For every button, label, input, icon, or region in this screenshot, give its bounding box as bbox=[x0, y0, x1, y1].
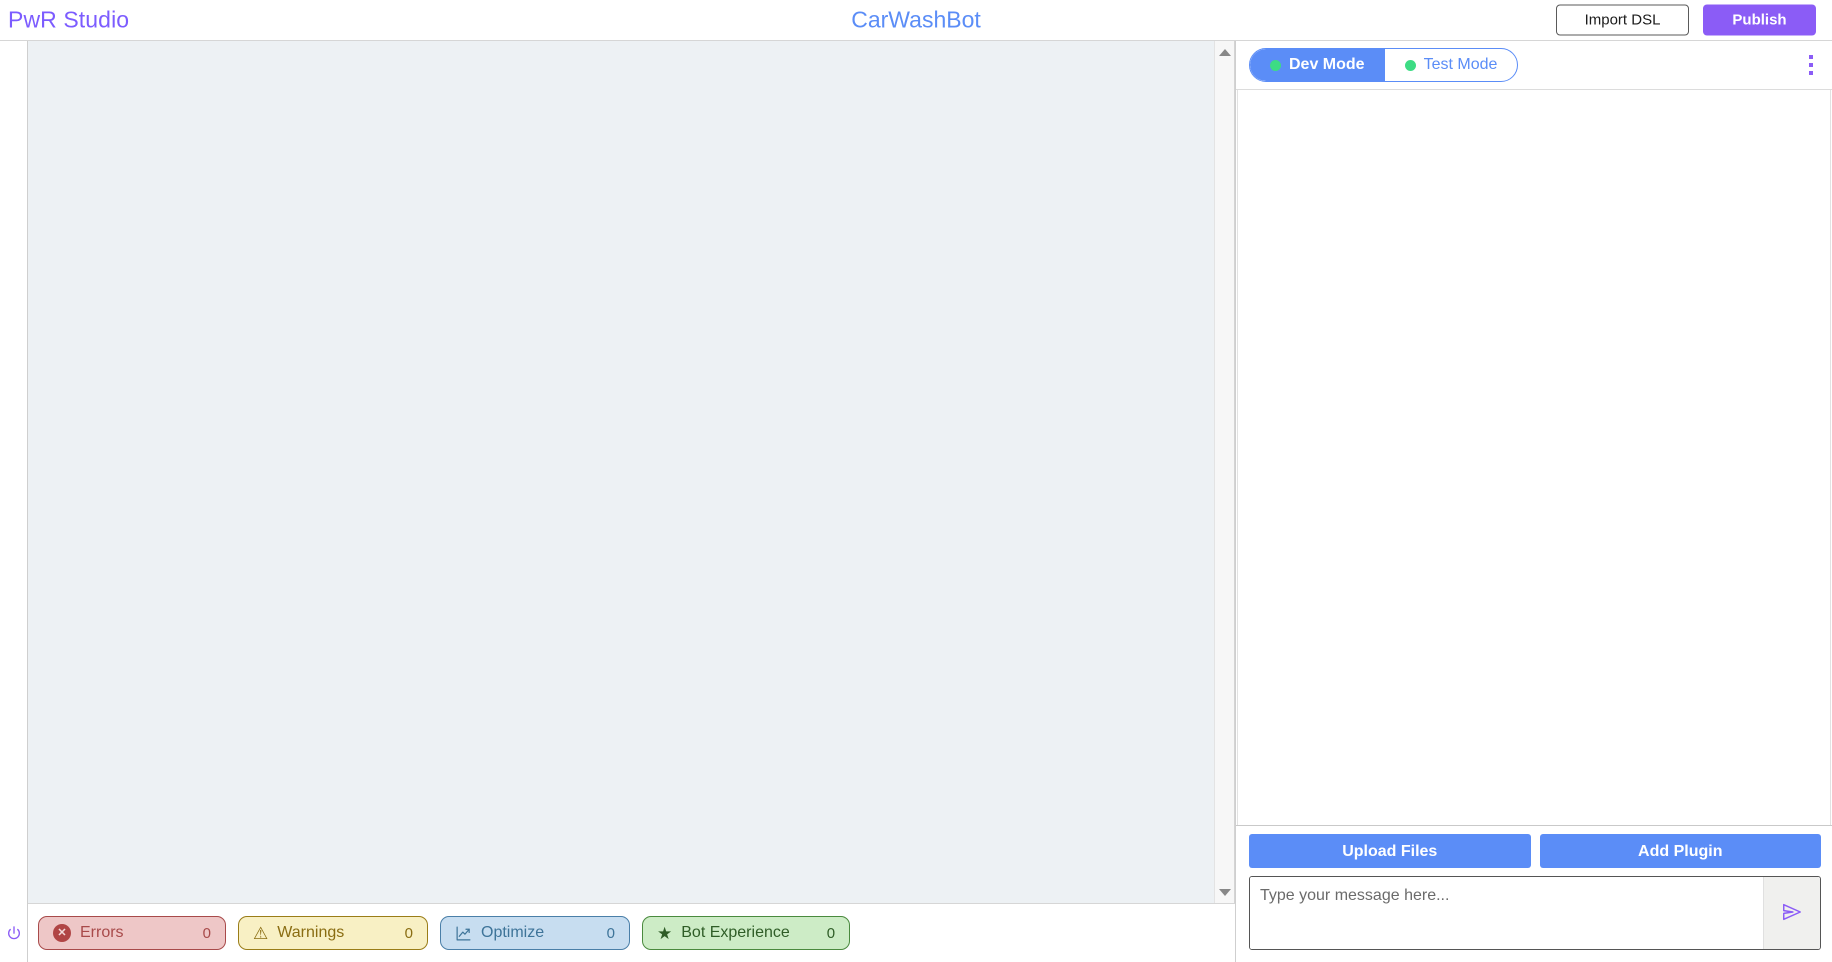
mode-toggle[interactable]: Dev Mode Test Mode bbox=[1249, 48, 1519, 82]
message-input-row bbox=[1249, 876, 1821, 950]
app-root: PwR Studio CarWashBot Import DSL Publish bbox=[0, 0, 1832, 962]
scroll-down-arrow[interactable] bbox=[1214, 881, 1235, 903]
composer-actions: Upload Files Add Plugin bbox=[1249, 834, 1821, 868]
chevron-up-icon bbox=[1218, 48, 1231, 56]
chat-panel: Dev Mode Test Mode Upload Files Add Plug… bbox=[1235, 41, 1832, 962]
kebab-dot bbox=[1809, 55, 1813, 59]
center-column: ✕ Errors 0 ⚠ Warnings 0 Optimize 0 ★ Bot… bbox=[28, 41, 1235, 962]
star-icon: ★ bbox=[657, 923, 673, 943]
chat-panel-header: Dev Mode Test Mode bbox=[1236, 41, 1832, 90]
mode-tab-dev[interactable]: Dev Mode bbox=[1250, 49, 1385, 81]
error-circle-icon: ✕ bbox=[53, 924, 71, 942]
status-bar: ✕ Errors 0 ⚠ Warnings 0 Optimize 0 ★ Bot… bbox=[28, 903, 1235, 962]
header-actions: Import DSL Publish bbox=[1556, 4, 1816, 36]
status-badge-bot-experience[interactable]: ★ Bot Experience 0 bbox=[642, 916, 851, 950]
status-badge-bot-experience-label: Bot Experience bbox=[681, 924, 790, 941]
chat-message-list[interactable] bbox=[1237, 90, 1831, 825]
flow-canvas[interactable] bbox=[28, 41, 1214, 903]
status-badge-optimize[interactable]: Optimize 0 bbox=[440, 916, 630, 950]
app-header: PwR Studio CarWashBot Import DSL Publish bbox=[0, 0, 1832, 41]
mode-tab-test-label: Test Mode bbox=[1423, 56, 1498, 73]
status-dot-green-icon bbox=[1404, 59, 1416, 71]
send-message-button[interactable] bbox=[1763, 877, 1820, 949]
power-icon[interactable] bbox=[4, 924, 24, 944]
mode-tab-test[interactable]: Test Mode bbox=[1385, 49, 1518, 81]
kebab-dot bbox=[1809, 71, 1813, 75]
message-input[interactable] bbox=[1250, 877, 1763, 949]
send-paper-plane-icon bbox=[1779, 901, 1805, 926]
kebab-menu-icon[interactable] bbox=[1806, 52, 1816, 78]
trending-up-icon bbox=[455, 925, 472, 942]
kebab-dot bbox=[1809, 63, 1813, 67]
status-badge-bot-experience-count: 0 bbox=[826, 924, 836, 942]
status-badge-optimize-label: Optimize bbox=[481, 924, 545, 941]
app-body: ✕ Errors 0 ⚠ Warnings 0 Optimize 0 ★ Bot… bbox=[0, 41, 1832, 962]
status-badge-warnings-label: Warnings bbox=[277, 924, 345, 941]
status-badge-errors-count: 0 bbox=[202, 924, 211, 942]
status-badge-optimize-count: 0 bbox=[606, 924, 615, 942]
canvas-vertical-scrollbar[interactable] bbox=[1214, 41, 1235, 903]
upload-files-button[interactable]: Upload Files bbox=[1249, 834, 1531, 868]
chat-composer: Upload Files Add Plugin bbox=[1236, 825, 1832, 962]
app-brand-title: PwR Studio bbox=[8, 6, 130, 33]
import-dsl-button[interactable]: Import DSL bbox=[1556, 4, 1689, 36]
scroll-up-arrow[interactable] bbox=[1214, 41, 1235, 63]
add-plugin-button[interactable]: Add Plugin bbox=[1539, 834, 1821, 868]
chevron-down-icon bbox=[1218, 888, 1231, 896]
status-badge-errors-label: Errors bbox=[80, 924, 124, 941]
publish-button[interactable]: Publish bbox=[1703, 4, 1816, 36]
status-badge-warnings-count: 0 bbox=[404, 924, 413, 942]
left-rail bbox=[0, 41, 28, 962]
canvas-wrapper bbox=[28, 41, 1235, 903]
mode-tab-dev-label: Dev Mode bbox=[1289, 56, 1365, 73]
warning-triangle-icon: ⚠ bbox=[253, 923, 269, 943]
status-badge-errors[interactable]: ✕ Errors 0 bbox=[38, 916, 226, 950]
status-badge-warnings[interactable]: ⚠ Warnings 0 bbox=[238, 916, 428, 950]
status-dot-green-icon bbox=[1270, 59, 1281, 71]
